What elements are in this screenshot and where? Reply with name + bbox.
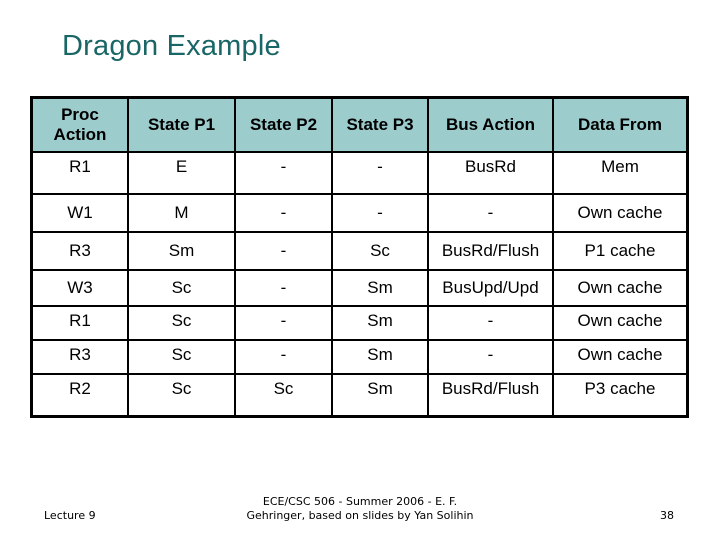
table-row: R1 E - - BusRd Mem (30, 151, 689, 195)
header-bus-action: Bus Action (427, 96, 554, 153)
cell-proc-action: R3 (30, 339, 129, 375)
table-row: R3 Sc - Sm - Own cache (30, 339, 689, 375)
cell-state-p3: Sc (331, 231, 429, 271)
header-data-from: Data From (552, 96, 689, 153)
cell-bus-action: BusUpd/Upd (427, 269, 554, 307)
header-state-p2: State P2 (234, 96, 333, 153)
table-header-row: Proc Action State P1 State P2 State P3 B… (30, 96, 689, 153)
cell-data-from: Own cache (552, 305, 689, 341)
cell-state-p3: - (331, 193, 429, 233)
cell-bus-action: - (427, 193, 554, 233)
header-state-p1: State P1 (127, 96, 236, 153)
footer-course-line2: Gehringer, based on slides by Yan Solihi… (246, 509, 474, 522)
cell-proc-action: R1 (30, 151, 129, 195)
cell-state-p1: E (127, 151, 236, 195)
header-proc-line2: Action (53, 125, 107, 144)
cell-bus-action: - (427, 305, 554, 341)
header-proc-line1: Proc (61, 105, 99, 124)
cell-bus-action: BusRd (427, 151, 554, 195)
slide-title: Dragon Example (62, 30, 281, 62)
footer-course-line1: ECE/CSC 506 - Summer 2006 - E. F. (262, 495, 458, 508)
coherence-table: Proc Action State P1 State P2 State P3 B… (30, 96, 689, 418)
cell-state-p3: Sm (331, 305, 429, 341)
cell-state-p2: - (234, 305, 333, 341)
cell-state-p1: M (127, 193, 236, 233)
page-number: 38 (660, 509, 674, 522)
cell-state-p3: Sm (331, 373, 429, 418)
cell-data-from: P3 cache (552, 373, 689, 418)
header-state-p3: State P3 (331, 96, 429, 153)
cell-data-from: Own cache (552, 339, 689, 375)
cell-state-p1: Sm (127, 231, 236, 271)
cell-proc-action: W1 (30, 193, 129, 233)
cell-state-p2: - (234, 151, 333, 195)
cell-state-p3: Sm (331, 269, 429, 307)
cell-bus-action: BusRd/Flush (427, 373, 554, 418)
cell-state-p2: - (234, 269, 333, 307)
cell-state-p3: Sm (331, 339, 429, 375)
table-row: W1 M - - - Own cache (30, 193, 689, 233)
cell-state-p2: - (234, 193, 333, 233)
cell-state-p1: Sc (127, 339, 236, 375)
cell-state-p2: - (234, 231, 333, 271)
cell-data-from: Own cache (552, 269, 689, 307)
table-row: R1 Sc - Sm - Own cache (30, 305, 689, 341)
cell-state-p2: - (234, 339, 333, 375)
cell-state-p1: Sc (127, 373, 236, 418)
cell-state-p1: Sc (127, 269, 236, 307)
table-row: R2 Sc Sc Sm BusRd/Flush P3 cache (30, 373, 689, 418)
cell-proc-action: W3 (30, 269, 129, 307)
table-row: W3 Sc - Sm BusUpd/Upd Own cache (30, 269, 689, 307)
cell-data-from: Own cache (552, 193, 689, 233)
footer-course-info: ECE/CSC 506 - Summer 2006 - E. F. Gehrin… (200, 495, 520, 523)
cell-proc-action: R3 (30, 231, 129, 271)
cell-proc-action: R2 (30, 373, 129, 418)
cell-state-p1: Sc (127, 305, 236, 341)
header-proc-action: Proc Action (30, 96, 129, 153)
cell-data-from: P1 cache (552, 231, 689, 271)
cell-bus-action: - (427, 339, 554, 375)
cell-proc-action: R1 (30, 305, 129, 341)
cell-bus-action: BusRd/Flush (427, 231, 554, 271)
table-row: R3 Sm - Sc BusRd/Flush P1 cache (30, 231, 689, 271)
footer-lecture: Lecture 9 (44, 509, 96, 522)
cell-state-p2: Sc (234, 373, 333, 418)
cell-data-from: Mem (552, 151, 689, 195)
cell-state-p3: - (331, 151, 429, 195)
